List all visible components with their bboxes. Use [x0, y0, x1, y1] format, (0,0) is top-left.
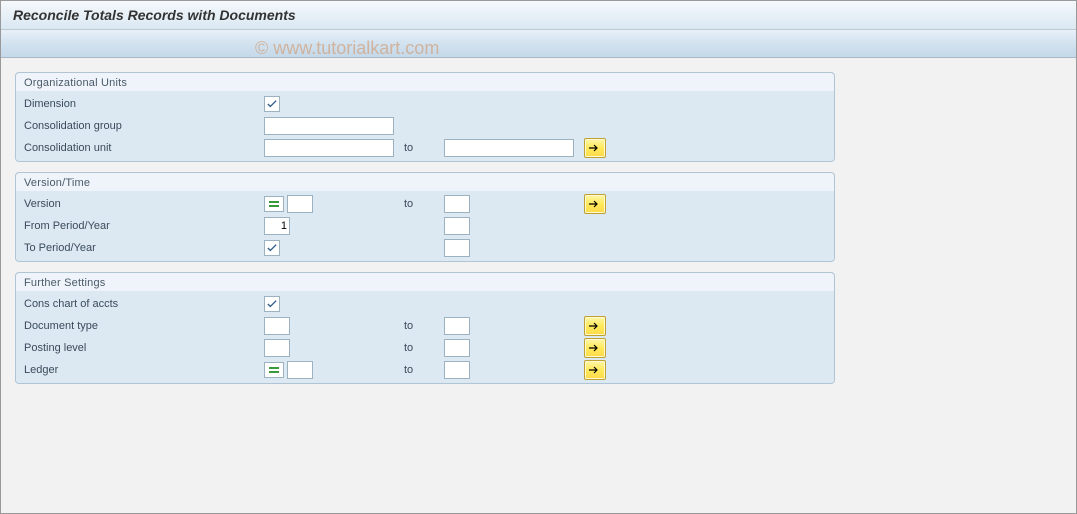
version-label: Version — [24, 198, 264, 210]
form-org: Dimension Consolidation group Consolidat… — [16, 91, 834, 161]
doctype-to-label: to — [404, 320, 444, 332]
doctype-to-input[interactable] — [444, 317, 470, 335]
ledger-from-input[interactable] — [287, 361, 313, 379]
consunit-to-label: to — [404, 142, 444, 154]
to-period-status-icon — [264, 240, 280, 256]
group-title-fs: Further Settings — [16, 273, 834, 291]
content-area: Organizational Units Dimension Consolida… — [1, 58, 1076, 384]
postlevel-label: Posting level — [24, 342, 264, 354]
postlevel-from-input[interactable] — [264, 339, 290, 357]
group-version-time: Version/Time Version to — [15, 172, 835, 262]
form-vt: Version to — [16, 191, 834, 261]
consunit-from-input[interactable] — [264, 139, 394, 157]
consgroup-label: Consolidation group — [24, 120, 264, 132]
version-option-button[interactable] — [264, 196, 284, 212]
consgroup-input[interactable] — [264, 117, 394, 135]
chart-label: Cons chart of accts — [24, 298, 264, 310]
group-organizational-units: Organizational Units Dimension Consolida… — [15, 72, 835, 162]
window: Reconcile Totals Records with Documents … — [0, 0, 1077, 514]
from-year-input[interactable] — [444, 217, 470, 235]
version-multiselect-button[interactable] — [584, 194, 606, 214]
ledger-to-label: to — [404, 364, 444, 376]
postlevel-multiselect-button[interactable] — [584, 338, 606, 358]
dimension-status-icon — [264, 96, 280, 112]
consunit-multiselect-button[interactable] — [584, 138, 606, 158]
consunit-to-input[interactable] — [444, 139, 574, 157]
ledger-label: Ledger — [24, 364, 264, 376]
from-period-label: From Period/Year — [24, 220, 264, 232]
consunit-label: Consolidation unit — [24, 142, 264, 154]
group-title-vt: Version/Time — [16, 173, 834, 191]
chart-status-icon — [264, 296, 280, 312]
dimension-label: Dimension — [24, 98, 264, 110]
version-from-input[interactable] — [287, 195, 313, 213]
form-fs: Cons chart of accts Document type to — [16, 291, 834, 383]
version-to-input[interactable] — [444, 195, 470, 213]
doctype-label: Document type — [24, 320, 264, 332]
group-further-settings: Further Settings Cons chart of accts Doc… — [15, 272, 835, 384]
page-title: Reconcile Totals Records with Documents — [1, 1, 1076, 30]
doctype-multiselect-button[interactable] — [584, 316, 606, 336]
ledger-to-input[interactable] — [444, 361, 470, 379]
to-year-input[interactable] — [444, 239, 470, 257]
toolbar — [1, 30, 1076, 58]
version-to-label: to — [404, 198, 444, 210]
from-period-input[interactable] — [264, 217, 290, 235]
ledger-option-button[interactable] — [264, 362, 284, 378]
ledger-multiselect-button[interactable] — [584, 360, 606, 380]
doctype-from-input[interactable] — [264, 317, 290, 335]
group-title-org: Organizational Units — [16, 73, 834, 91]
postlevel-to-input[interactable] — [444, 339, 470, 357]
to-period-label: To Period/Year — [24, 242, 264, 254]
postlevel-to-label: to — [404, 342, 444, 354]
